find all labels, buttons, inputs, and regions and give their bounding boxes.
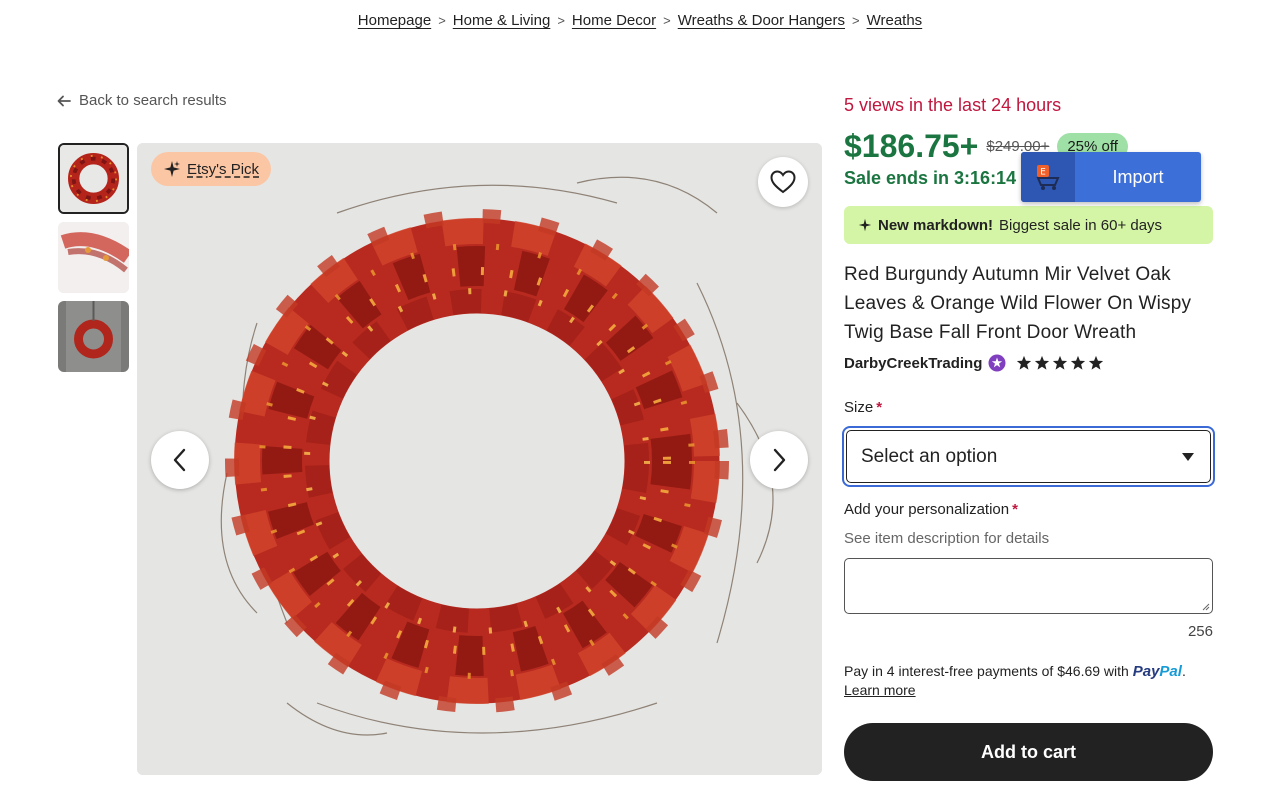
chevron-right-icon: > [663, 13, 671, 28]
arrow-left-icon [57, 95, 71, 106]
markdown-banner: New markdown! Biggest sale in 60+ days [844, 206, 1213, 244]
thumbnail-3[interactable] [58, 301, 129, 372]
wreath-closeup-thumbnail-image [58, 222, 129, 293]
star-icon [1035, 355, 1050, 370]
size-label-text: Size [844, 399, 874, 416]
paypal-logo-pal: Pal [1159, 663, 1182, 680]
next-image-button[interactable] [750, 431, 808, 489]
breadcrumb-link-homepage[interactable]: Homepage [358, 12, 431, 29]
badge-label: Etsy's Pick [187, 160, 260, 178]
star-rating[interactable] [1016, 355, 1104, 371]
sale-countdown: Sale ends in 3:16:14 [844, 168, 1017, 188]
wreath-image [137, 143, 822, 775]
breadcrumb: Homepage > Home & Living > Home Decor > Wreath… [0, 12, 1280, 29]
personalization-label: Add your personalization * [844, 501, 1018, 518]
breadcrumb-link-home-living[interactable]: Home & Living [453, 12, 551, 29]
breadcrumb-link-wreaths[interactable]: Wreaths [867, 12, 923, 29]
star-icon [1053, 355, 1068, 370]
paypal-installments: Pay in 4 interest-free payments of $46.6… [844, 662, 1216, 700]
thumbnail-list [58, 143, 130, 380]
main-product-image: Etsy's Pick [137, 143, 822, 775]
chevron-right-icon: > [438, 13, 446, 28]
chevron-left-icon [173, 448, 186, 472]
caret-down-icon [1182, 452, 1194, 461]
star-icon [1071, 355, 1086, 370]
resize-handle-icon[interactable] [1200, 601, 1210, 611]
size-label: Size * [844, 399, 882, 416]
thumbnail-1[interactable] [58, 143, 129, 214]
etsys-pick-badge[interactable]: Etsy's Pick [151, 152, 272, 186]
sparkle-icon [858, 218, 872, 232]
shop-name-link[interactable]: DarbyCreekTrading [844, 355, 982, 372]
wreath-on-door-thumbnail-image [58, 301, 129, 372]
star-icon [1017, 355, 1032, 370]
size-select[interactable]: Select an option [842, 426, 1215, 487]
chevron-right-icon: > [557, 13, 565, 28]
paypal-logo-pay: Pay [1132, 663, 1160, 680]
character-counter: 256 [1187, 623, 1213, 640]
sparkle-icon [164, 161, 180, 177]
learn-more-link[interactable]: Learn more [844, 682, 916, 698]
cart-logo-icon: E [1036, 165, 1060, 190]
personalization-textarea[interactable] [844, 558, 1213, 614]
add-to-cart-button[interactable]: Add to cart [844, 723, 1213, 781]
previous-image-button[interactable] [151, 431, 209, 489]
required-asterisk: * [1012, 501, 1018, 518]
import-button[interactable]: E Import [1021, 152, 1201, 202]
back-link-label: Back to search results [79, 92, 227, 109]
favorite-button[interactable] [758, 157, 808, 207]
breadcrumb-link-wreaths-door-hangers[interactable]: Wreaths & Door Hangers [678, 12, 845, 29]
chevron-right-icon: > [852, 13, 860, 28]
paypal-suffix: . [1181, 663, 1186, 679]
markdown-text: Biggest sale in 60+ days [999, 216, 1163, 234]
svg-text:E: E [1040, 168, 1046, 178]
size-select-value: Select an option [861, 445, 998, 467]
back-to-search-link[interactable]: Back to search results [57, 92, 227, 109]
personalization-hint: See item description for details [844, 530, 1050, 547]
paypal-text: Pay in 4 interest-free payments of $46.6… [844, 663, 1129, 679]
shop-row: DarbyCreekTrading [844, 354, 1104, 372]
heart-icon [770, 170, 796, 194]
size-select-inner: Select an option [846, 430, 1211, 483]
markdown-bold-text: New markdown! [878, 216, 994, 234]
chevron-right-icon [773, 448, 786, 472]
import-extension-icon: E [1021, 152, 1075, 202]
personalization-label-text: Add your personalization [844, 501, 1010, 518]
required-asterisk: * [876, 399, 883, 416]
paypal-logo: PayPal [1133, 663, 1182, 680]
product-title: Red Burgundy Autumn Mir Velvet Oak Leave… [844, 264, 1192, 343]
breadcrumb-link-home-decor[interactable]: Home Decor [572, 12, 656, 29]
star-seller-badge-icon [988, 354, 1006, 372]
thumbnail-2[interactable] [58, 222, 129, 293]
views-indicator: 5 views in the last 24 hours [844, 95, 1062, 115]
star-icon [1089, 355, 1104, 370]
import-label: Import [1112, 166, 1164, 187]
wreath-thumbnail-image [60, 145, 127, 212]
current-price: $186.75+ [844, 128, 979, 164]
